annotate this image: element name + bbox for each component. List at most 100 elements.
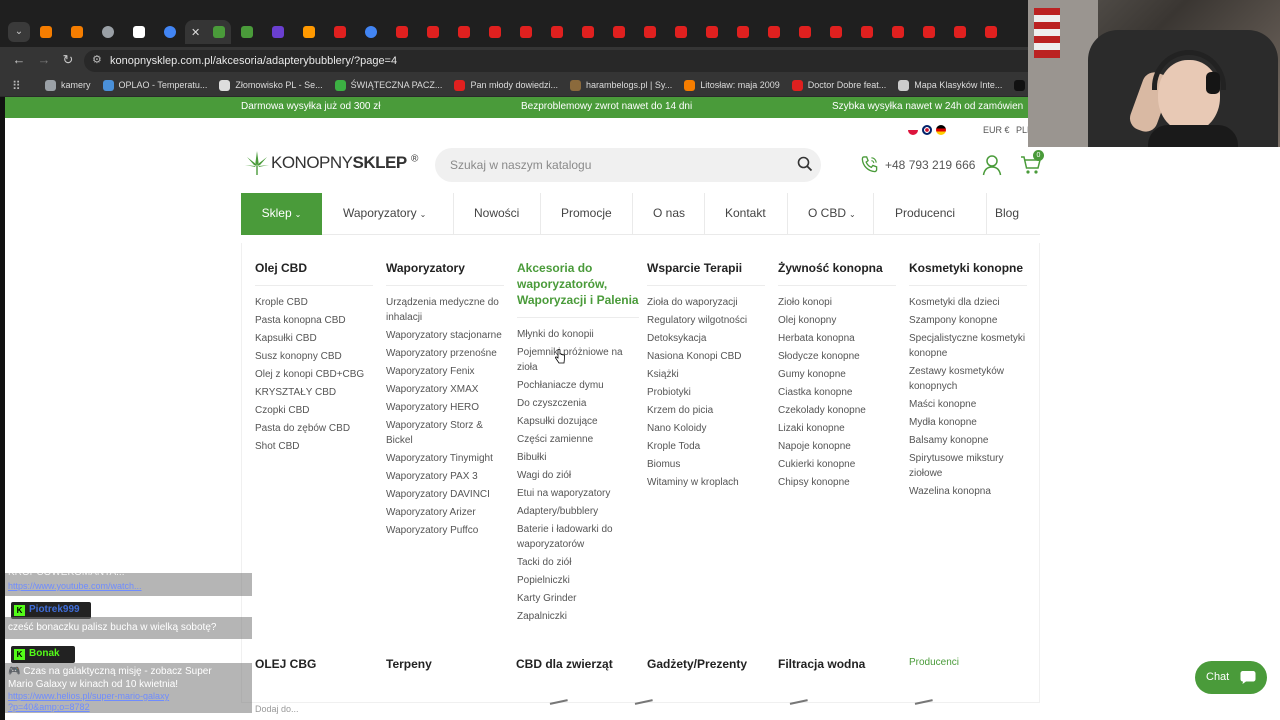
forward-arrow-icon[interactable]: → (36, 52, 52, 68)
flag-pl-icon[interactable] (908, 125, 918, 135)
menu-link[interactable]: Gumy konopne (778, 367, 896, 382)
menu-link[interactable]: Waporyzatory stacjonarne (386, 328, 504, 343)
browser-tab[interactable] (154, 20, 185, 44)
bookmark-item[interactable]: Mapa Klasyków Inte... (898, 78, 1002, 92)
browser-tab[interactable] (696, 20, 727, 44)
reload-icon[interactable]: ↻ (60, 52, 76, 68)
browser-tab[interactable] (479, 20, 510, 44)
browser-tab[interactable] (572, 20, 603, 44)
browser-tab[interactable] (634, 20, 665, 44)
browser-tab[interactable] (913, 20, 944, 44)
menu-link[interactable]: Krople Toda (647, 439, 765, 454)
menu-link[interactable]: Shot CBD (255, 439, 373, 454)
nav-o-nas[interactable]: O nas (653, 193, 685, 234)
menu-link[interactable]: Waporyzatory Storz & Bickel (386, 418, 504, 448)
category-terpeny[interactable]: Terpeny (386, 657, 432, 671)
menu-link[interactable]: Słodycze konopne (778, 349, 896, 364)
currency-eur[interactable]: EUR € (983, 125, 1010, 135)
menu-link[interactable]: Czopki CBD (255, 403, 373, 418)
site-logo[interactable]: KONOPNYSKLEP ® (245, 150, 418, 176)
menu-column-title[interactable]: Kosmetyki konopne (909, 260, 1027, 286)
browser-tab[interactable] (30, 20, 61, 44)
menu-column-title[interactable]: Waporyzatory (386, 260, 504, 286)
menu-link[interactable]: Bibułki (517, 450, 639, 465)
browser-tab[interactable] (293, 20, 324, 44)
nav-nowosci[interactable]: Nowości (474, 193, 519, 234)
menu-link[interactable]: Waporyzatory Tinymight (386, 451, 504, 466)
nav-promocje[interactable]: Promocje (561, 193, 612, 234)
menu-link[interactable]: Susz konopny CBD (255, 349, 373, 364)
menu-link[interactable]: Maści konopne (909, 397, 1027, 412)
menu-link[interactable]: Do czyszczenia (517, 396, 639, 411)
menu-link[interactable]: Części zamienne (517, 432, 639, 447)
category-olej-cbg[interactable]: OLEJ CBG (255, 657, 316, 671)
bookmark-item[interactable]: harambelogs.pl | Sy... (569, 78, 672, 92)
browser-tab[interactable] (758, 20, 789, 44)
menu-link[interactable]: Wagi do ziół (517, 468, 639, 483)
menu-link[interactable]: Cukierki konopne (778, 457, 896, 472)
menu-link[interactable]: Kapsułki CBD (255, 331, 373, 346)
flag-uk-icon[interactable] (922, 125, 932, 135)
bookmark-item[interactable]: Doctor Dobre feat... (791, 78, 886, 92)
menu-link[interactable]: Balsamy konopne (909, 433, 1027, 448)
flag-de-icon[interactable] (936, 125, 946, 135)
browser-tab[interactable] (975, 20, 1006, 44)
menu-link[interactable]: Krople CBD (255, 295, 373, 310)
nav-o-cbd[interactable]: O CBD ⌄ (808, 193, 856, 234)
browser-tab[interactable] (665, 20, 696, 44)
menu-link[interactable]: Książki (647, 367, 765, 382)
browser-tab[interactable] (324, 20, 355, 44)
menu-link[interactable]: Etui na waporyzatory (517, 486, 639, 501)
menu-column-title[interactable]: Żywność konopna (778, 260, 896, 286)
browser-tab[interactable] (789, 20, 820, 44)
menu-link[interactable]: Olej konopny (778, 313, 896, 328)
chat-button[interactable]: Chat (1195, 661, 1267, 694)
menu-link[interactable]: Waporyzatory Puffco (386, 523, 504, 538)
browser-tab[interactable] (123, 20, 154, 44)
menu-link[interactable]: Napoje konopne (778, 439, 896, 454)
menu-link[interactable]: Zioło konopi (778, 295, 896, 310)
browser-tab[interactable] (882, 20, 913, 44)
nav-sklep[interactable]: Sklep ⌄ (241, 193, 322, 235)
menu-link[interactable]: Młynki do konopii (517, 327, 639, 342)
browser-tab[interactable] (355, 20, 386, 44)
menu-link[interactable]: Urządzenia medyczne do inhalacji (386, 295, 504, 325)
menu-link[interactable]: Pojemniki próżniowe na zioła (517, 345, 639, 375)
menu-link[interactable]: Specjalistyczne kosmetyki konopne (909, 331, 1027, 361)
nav-kontakt[interactable]: Kontakt (725, 193, 766, 234)
menu-link[interactable]: Herbata konopna (778, 331, 896, 346)
browser-tab[interactable] (61, 20, 92, 44)
bookmark-item[interactable]: Złomowisko PL - Se... (219, 78, 323, 92)
menu-link[interactable]: Kosmetyki dla dzieci (909, 295, 1027, 310)
nav-producenci[interactable]: Producenci (895, 193, 955, 234)
category-gadzety-prezenty[interactable]: Gadżety/Prezenty (647, 657, 747, 671)
search-input[interactable] (435, 148, 821, 182)
menu-link[interactable]: Waporyzatory przenośne (386, 346, 504, 361)
browser-tab[interactable] (541, 20, 572, 44)
tab-search-button[interactable]: ⌄ (8, 22, 30, 42)
menu-link[interactable]: Probiotyki (647, 385, 765, 400)
browser-tab[interactable] (851, 20, 882, 44)
menu-link[interactable]: Olej z konopi CBD+CBG (255, 367, 373, 382)
menu-link[interactable]: Adaptery/bubblery (517, 504, 639, 519)
phone-contact[interactable]: +48 793 219 666 (860, 155, 975, 174)
menu-link[interactable]: Pasta do zębów CBD (255, 421, 373, 436)
apps-grid-icon[interactable]: ⠿ (12, 79, 21, 93)
menu-link[interactable]: Biomus (647, 457, 765, 472)
menu-link[interactable]: Witaminy w kroplach (647, 475, 765, 490)
bookmark-item[interactable]: OPLAO - Temperatu... (102, 78, 207, 92)
category-filtracja-wodna[interactable]: Filtracja wodna (778, 657, 865, 671)
menu-link[interactable]: Mydła konopne (909, 415, 1027, 430)
menu-link[interactable]: Lizaki konopne (778, 421, 896, 436)
menu-link[interactable]: Detoksykacja (647, 331, 765, 346)
back-arrow-icon[interactable]: ← (11, 52, 27, 68)
menu-link[interactable]: Waporyzatory PAX 3 (386, 469, 504, 484)
menu-link[interactable]: Ciastka konopne (778, 385, 896, 400)
menu-link[interactable]: Zestawy kosmetyków konopnych (909, 364, 1027, 394)
menu-link[interactable]: Czekolady konopne (778, 403, 896, 418)
menu-link[interactable]: Waporyzatory XMAX (386, 382, 504, 397)
browser-tab[interactable] (820, 20, 851, 44)
menu-link[interactable]: Zioła do waporyzacji (647, 295, 765, 310)
menu-link[interactable]: Nasiona Konopi CBD (647, 349, 765, 364)
browser-tab[interactable] (603, 20, 634, 44)
